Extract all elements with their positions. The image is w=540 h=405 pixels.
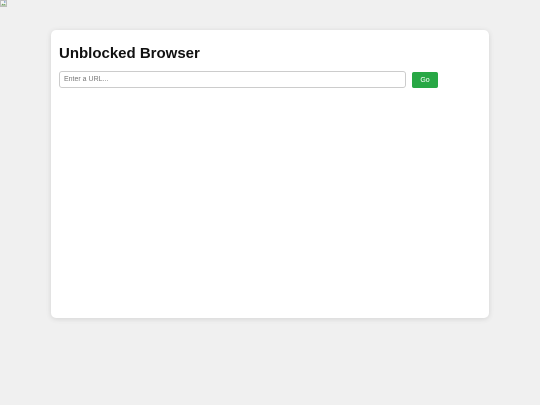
url-input[interactable] (59, 71, 406, 88)
go-button[interactable]: Go (412, 72, 438, 88)
browser-card: Unblocked Browser Go (51, 30, 489, 318)
broken-image-icon (0, 0, 7, 7)
page-title: Unblocked Browser (59, 45, 200, 62)
